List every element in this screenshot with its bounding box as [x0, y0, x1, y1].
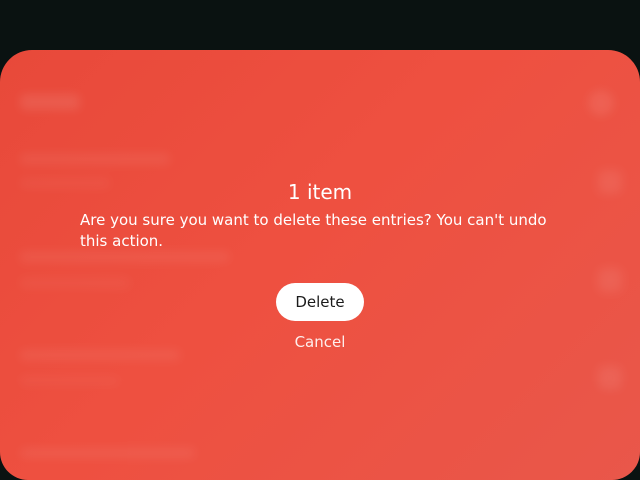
screen: 1 item Are you sure you want to delete t… [0, 0, 640, 480]
delete-button[interactable]: Delete [276, 283, 364, 321]
cancel-button[interactable]: Cancel [270, 330, 370, 354]
dialog-title: 1 item [287, 180, 353, 204]
dialog-message: Are you sure you want to delete these en… [80, 211, 547, 250]
bottom-sheet: 1 item Are you sure you want to delete t… [0, 50, 640, 480]
delete-confirmation-dialog: 1 item Are you sure you want to delete t… [0, 50, 640, 480]
